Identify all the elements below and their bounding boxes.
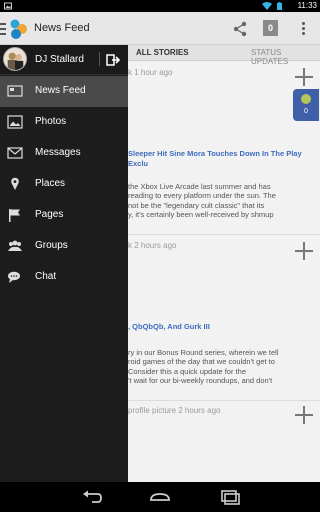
places-icon [11,177,19,190]
drawer-item-label: Chat [35,271,57,282]
status-dot-icon [301,94,311,104]
drawer-item-news-feed[interactable]: News Feed [0,76,128,107]
avatar[interactable] [3,47,27,71]
drawer-item-label: Groups [35,240,68,251]
drawer-item-groups[interactable]: Groups [0,231,128,262]
groups-icon [8,240,22,251]
post-title-link[interactable]: , QbQbQb, And Gurk III [128,322,210,332]
overflow-menu-icon[interactable] [299,20,307,38]
drawer-item-photos[interactable]: Photos [0,107,128,138]
status-bar: 11:33 [0,0,320,12]
post-header: k 1 hour ago [128,68,173,77]
drawer-item-label: News Feed [35,85,86,96]
notification-count-badge[interactable]: 0 [263,20,278,36]
drawer-item-label: Messages [35,147,81,158]
post-body: ry in our Bonus Round series, wherein we… [128,348,279,385]
share-icon[interactable] [231,20,249,38]
pages-icon [9,209,20,222]
logout-icon[interactable] [106,53,120,67]
news-feed-icon [7,85,23,97]
back-icon[interactable] [80,488,104,506]
post-divider [128,400,320,401]
home-icon[interactable] [148,488,172,506]
add-icon[interactable] [294,67,314,87]
post-body: the Xbox Live Arcade last summer and has… [128,182,276,219]
post-title-link[interactable]: Sleeper Hit Sine Mora Touches Down In Th… [128,149,302,169]
user-name: DJ Stallard [35,54,84,65]
tab-status-updates[interactable]: Status Updates [251,48,320,66]
add-icon[interactable] [294,405,314,425]
drawer-item-label: Photos [35,116,67,127]
battery-icon [277,2,282,10]
action-bar: News Feed 0 [0,12,320,45]
post-header: profile picture 2 hours ago [128,406,221,415]
user-profile-row[interactable]: DJ Stallard [0,45,128,75]
drawer-item-places[interactable]: Places [0,169,128,200]
status-time: 11:33 [297,1,317,10]
drawer-indicator-icon[interactable] [0,20,6,36]
post-divider [128,234,320,235]
widget-count: 0 [304,108,308,115]
chat-heads-widget[interactable]: 0 [293,89,319,121]
system-navigation-bar [0,482,320,512]
post-header: k 2 hours ago [128,241,177,250]
drawer-item-label: Pages [35,209,64,220]
image-icon [4,2,12,10]
divider [99,52,100,66]
drawer-item-messages[interactable]: Messages [0,138,128,169]
messages-icon [7,147,23,159]
navigation-drawer: DJ Stallard News Feed Photos Messages Pl… [0,45,128,482]
wifi-icon [262,2,272,10]
tab-all-stories[interactable]: All Stories [136,48,189,57]
drawer-item-chat[interactable]: Chat [0,262,128,293]
recents-icon[interactable] [218,488,242,506]
photos-icon [7,115,23,129]
app-logo[interactable] [7,17,31,41]
chat-icon [8,271,20,283]
add-icon[interactable] [294,241,314,261]
drawer-item-pages[interactable]: Pages [0,200,128,231]
drawer-item-label: Places [35,178,66,189]
page-title: News Feed [34,22,90,34]
